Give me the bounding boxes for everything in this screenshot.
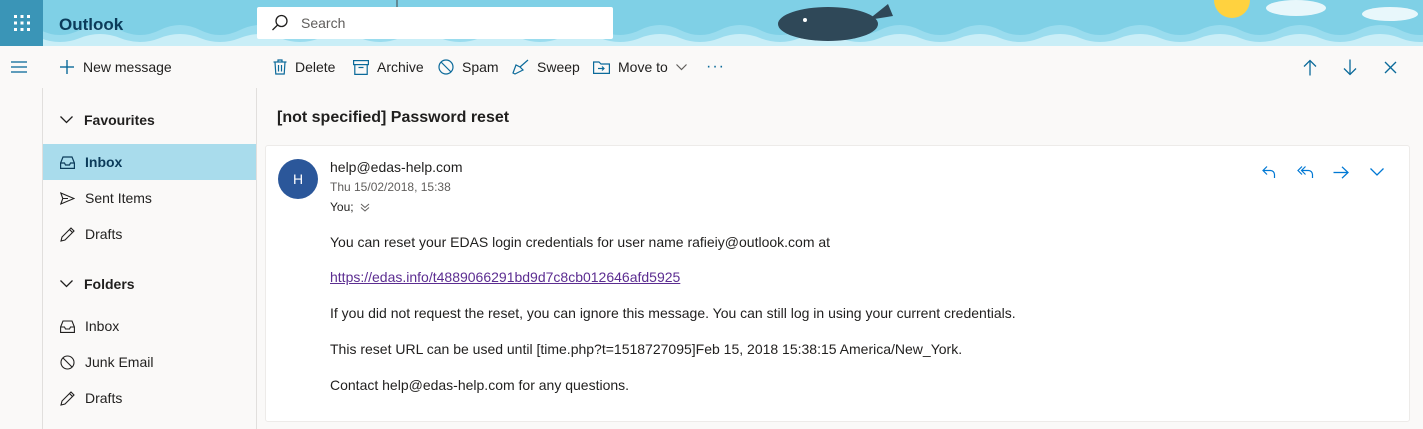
reply-button[interactable] bbox=[1251, 160, 1287, 184]
arrow-up-icon bbox=[1303, 59, 1317, 75]
top-header: Outlook bbox=[0, 0, 1423, 46]
sidebar-item-drafts[interactable]: Drafts bbox=[43, 216, 256, 252]
spam-label: Spam bbox=[462, 59, 499, 75]
body-paragraph: This reset URL can be used until [time.p… bbox=[330, 341, 963, 357]
sidebar-item-label: Inbox bbox=[85, 154, 123, 170]
message-actions bbox=[1251, 160, 1395, 184]
delete-button[interactable]: Delete bbox=[273, 46, 335, 88]
sidebar-item-label: Inbox bbox=[85, 318, 120, 334]
arrow-down-icon bbox=[1343, 59, 1357, 75]
sidebar-item-junk-email[interactable]: Junk Email bbox=[43, 344, 256, 380]
block-icon bbox=[60, 354, 75, 370]
folders-header-label: Folders bbox=[84, 276, 135, 292]
inbox-icon bbox=[60, 155, 75, 169]
header-theme-illustration bbox=[0, 0, 1423, 46]
hamburger-icon bbox=[11, 61, 27, 73]
left-rail bbox=[0, 88, 43, 429]
inbox-icon bbox=[60, 319, 75, 333]
waffle-icon bbox=[13, 15, 30, 31]
spam-button[interactable]: Spam bbox=[438, 46, 499, 88]
hamburger-button[interactable] bbox=[4, 46, 34, 88]
search-input[interactable] bbox=[301, 15, 601, 31]
more-message-actions-button[interactable] bbox=[1359, 160, 1395, 184]
sweep-label: Sweep bbox=[537, 59, 580, 75]
forward-icon bbox=[1333, 165, 1349, 179]
sweep-icon bbox=[512, 59, 529, 75]
sidebar-item-label: Junk Email bbox=[85, 354, 154, 370]
archive-icon bbox=[353, 59, 369, 75]
sidebar-item-label: Sent Items bbox=[85, 190, 152, 206]
new-message-label: New message bbox=[83, 59, 172, 75]
avatar[interactable]: H bbox=[278, 159, 318, 199]
folders-header[interactable]: Folders bbox=[43, 266, 257, 302]
pencil-icon bbox=[60, 390, 75, 406]
trash-icon bbox=[273, 59, 287, 75]
chevron-down-icon bbox=[1370, 168, 1384, 176]
close-icon bbox=[1384, 61, 1396, 73]
move-to-label: Move to bbox=[618, 59, 668, 75]
body-paragraph: You can reset your EDAS login credential… bbox=[330, 234, 831, 250]
more-icon: ··· bbox=[706, 58, 725, 75]
recipients: You; bbox=[330, 200, 370, 214]
forward-button[interactable] bbox=[1323, 160, 1359, 184]
sender-address[interactable]: help@edas-help.com bbox=[330, 159, 463, 175]
sidebar-item-folder-drafts[interactable]: Drafts bbox=[43, 380, 256, 416]
sun-illustration bbox=[1214, 0, 1250, 18]
chevron-down-icon bbox=[675, 63, 687, 70]
app-launcher-button[interactable] bbox=[0, 0, 43, 46]
message-date: Thu 15/02/2018, 15:38 bbox=[330, 180, 451, 194]
archive-label: Archive bbox=[377, 59, 424, 75]
next-message-button[interactable] bbox=[1335, 46, 1365, 88]
expand-recipients-icon[interactable] bbox=[360, 203, 370, 212]
previous-message-button[interactable] bbox=[1295, 46, 1325, 88]
move-to-button[interactable]: Move to bbox=[593, 46, 687, 88]
new-message-button[interactable]: New message bbox=[59, 46, 172, 88]
send-icon bbox=[60, 191, 75, 205]
search-icon bbox=[272, 14, 288, 31]
sidebar-item-favourites-inbox[interactable]: Inbox bbox=[43, 144, 256, 180]
pencil-icon bbox=[60, 226, 75, 242]
body-paragraph: If you did not request the reset, you ca… bbox=[330, 305, 1016, 321]
favourites-header-label: Favourites bbox=[84, 112, 155, 128]
reset-link-paragraph: https://edas.info/t4889066291bd9d7c8cb01… bbox=[330, 269, 680, 285]
archive-button[interactable]: Archive bbox=[353, 46, 424, 88]
app-title[interactable]: Outlook bbox=[59, 15, 123, 35]
plus-icon bbox=[60, 60, 74, 74]
message-subject: [not specified] Password reset bbox=[277, 109, 510, 126]
sidebar-item-sent-items[interactable]: Sent Items bbox=[43, 180, 256, 216]
close-message-button[interactable] bbox=[1375, 46, 1405, 88]
body-paragraph: Contact help@edas-help.com for any quest… bbox=[330, 377, 630, 393]
search-box[interactable] bbox=[257, 7, 613, 39]
reply-all-button[interactable] bbox=[1287, 160, 1323, 184]
reply-all-icon bbox=[1296, 166, 1313, 178]
favourites-header[interactable]: Favourites bbox=[43, 102, 257, 138]
more-actions-button[interactable]: ··· bbox=[706, 46, 725, 88]
message-card: H help@edas-help.com Thu 15/02/2018, 15:… bbox=[265, 145, 1410, 422]
chevron-down-icon bbox=[60, 280, 73, 288]
recipients-label: You; bbox=[330, 200, 354, 214]
sidebar-item-label: Drafts bbox=[85, 226, 123, 242]
move-to-icon bbox=[593, 61, 610, 74]
sweep-button[interactable]: Sweep bbox=[512, 46, 580, 88]
sidebar-item-label: Drafts bbox=[85, 390, 123, 406]
sidebar-item-inbox[interactable]: Inbox bbox=[43, 308, 256, 344]
command-bar: New message Delete Archive Spam Sweep Mo… bbox=[0, 46, 1423, 88]
folder-pane: Favourites Inbox Sent Items Drafts Folde bbox=[43, 88, 257, 429]
delete-label: Delete bbox=[295, 59, 336, 75]
chevron-down-icon bbox=[60, 116, 73, 124]
reply-icon bbox=[1262, 166, 1276, 178]
reset-link[interactable]: https://edas.info/t4889066291bd9d7c8cb01… bbox=[330, 269, 680, 285]
block-icon bbox=[438, 59, 454, 75]
navigation-pane: Favourites Inbox Sent Items Drafts Folde bbox=[0, 88, 257, 429]
